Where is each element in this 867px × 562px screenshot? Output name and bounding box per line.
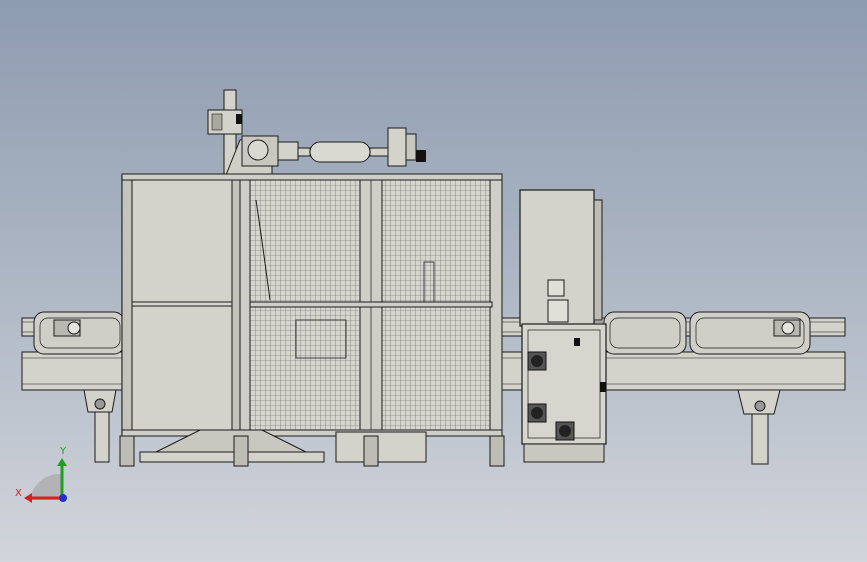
safety-fence xyxy=(121,173,503,437)
support-leg-right xyxy=(737,389,781,465)
carrier-right-a xyxy=(603,311,687,355)
coordinate-triad: X Y xyxy=(15,446,67,503)
carrier-left xyxy=(33,311,125,355)
carrier-right-b xyxy=(689,311,811,355)
cabinet-fan-upper xyxy=(527,351,547,371)
cabinet-fan-lower xyxy=(527,403,547,423)
triad-x-label: X xyxy=(15,488,22,499)
support-leg-left xyxy=(83,389,117,463)
control-cabinet xyxy=(519,189,607,463)
cad-viewport[interactable]: X Y xyxy=(0,0,867,562)
cad-model-canvas[interactable]: X Y xyxy=(0,0,867,562)
cabinet-fan-right xyxy=(555,421,575,441)
robot-arm xyxy=(207,89,426,179)
triad-y-label: Y xyxy=(59,446,67,457)
z-axis-dot-icon xyxy=(59,494,67,502)
triad-plane-icon xyxy=(30,473,62,500)
